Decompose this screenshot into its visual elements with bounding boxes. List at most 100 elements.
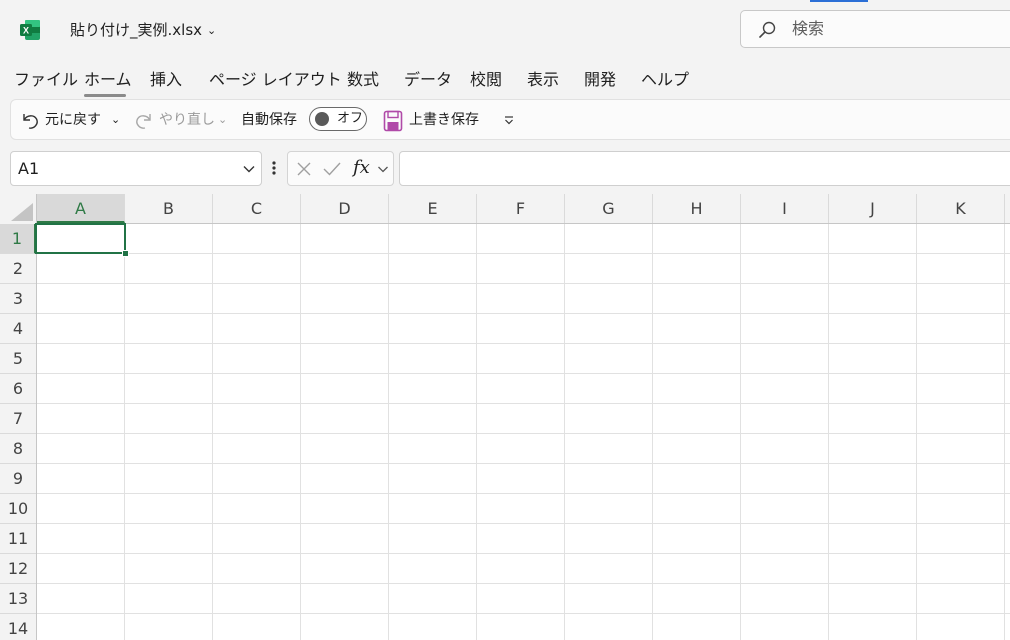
formula-controls: fx: [287, 151, 394, 186]
autosave-toggle[interactable]: オフ: [309, 107, 367, 131]
row-header-13[interactable]: 13: [0, 584, 36, 614]
chevron-down-icon[interactable]: [242, 164, 256, 174]
redo-dropdown-icon[interactable]: ⌄: [218, 110, 227, 130]
column-header-b[interactable]: B: [125, 194, 213, 223]
gridline-horizontal: [37, 433, 1010, 434]
search-icon: [759, 21, 776, 38]
svg-text:X: X: [23, 26, 29, 36]
gridline-horizontal: [37, 493, 1010, 494]
row-header-8[interactable]: 8: [0, 434, 36, 464]
row-header-1[interactable]: 1: [0, 224, 36, 254]
column-header-c[interactable]: C: [213, 194, 301, 223]
row-header-12[interactable]: 12: [0, 554, 36, 584]
column-header-k[interactable]: K: [917, 194, 1005, 223]
search-input[interactable]: 検索: [740, 10, 1010, 48]
save-icon[interactable]: [383, 110, 403, 132]
column-headers: ABCDEFGHIJK: [0, 194, 1010, 224]
row-header-6[interactable]: 6: [0, 374, 36, 404]
title-bar: X 貼り付け_実例.xlsx ⌄ 検索: [0, 0, 1010, 62]
gridline-horizontal: [37, 313, 1010, 314]
insert-function-button[interactable]: fx: [353, 157, 370, 179]
row-header-9[interactable]: 9: [0, 464, 36, 494]
gridline-horizontal: [37, 283, 1010, 284]
tab-formulas[interactable]: 数式: [347, 69, 379, 91]
gridline-vertical: [300, 224, 301, 640]
gridline-horizontal: [37, 373, 1010, 374]
active-tab-indicator: [84, 94, 126, 97]
tab-help[interactable]: ヘルプ: [641, 69, 689, 91]
cell-area[interactable]: [37, 224, 1010, 640]
gridline-horizontal: [37, 523, 1010, 524]
gridline-vertical: [828, 224, 829, 640]
gridline-vertical: [476, 224, 477, 640]
row-header-4[interactable]: 4: [0, 314, 36, 344]
gridline-vertical: [124, 224, 125, 640]
tab-insert[interactable]: 挿入: [150, 69, 182, 91]
chevron-down-icon[interactable]: [377, 165, 389, 174]
gridline-vertical: [740, 224, 741, 640]
active-cell[interactable]: [35, 223, 126, 254]
gridline-horizontal: [37, 253, 1010, 254]
tab-review[interactable]: 校閲: [470, 69, 502, 91]
cancel-icon[interactable]: [296, 161, 312, 177]
autosave-label: 自動保存: [241, 112, 297, 128]
gridline-horizontal: [37, 553, 1010, 554]
gridline-horizontal: [37, 583, 1010, 584]
column-header-a[interactable]: A: [37, 194, 125, 223]
row-headers: 1 2 3 4 5 6 7 8 9 10 11 12 13 14: [0, 224, 37, 640]
fill-handle[interactable]: [122, 250, 129, 257]
name-box-value: A1: [18, 159, 40, 178]
gridline-horizontal: [37, 343, 1010, 344]
gridline-vertical: [652, 224, 653, 640]
column-header-d[interactable]: D: [301, 194, 389, 223]
column-header-g[interactable]: G: [565, 194, 653, 223]
row-header-11[interactable]: 11: [0, 524, 36, 554]
tab-page-layout[interactable]: ページ レイアウト: [209, 69, 342, 91]
column-header-i[interactable]: I: [741, 194, 829, 223]
row-header-10[interactable]: 10: [0, 494, 36, 524]
toggle-knob: [315, 112, 329, 126]
worksheet-grid: ABCDEFGHIJK 1 2 3 4 5 6 7 8 9 10 11 12 13 14: [0, 194, 1010, 640]
column-header-h[interactable]: H: [653, 194, 741, 223]
formula-input[interactable]: [399, 151, 1010, 186]
autosave-state: オフ: [337, 111, 364, 126]
document-title[interactable]: 貼り付け_実例.xlsx ⌄: [70, 20, 216, 42]
row-header-3[interactable]: 3: [0, 284, 36, 314]
row-header-7[interactable]: 7: [0, 404, 36, 434]
gridline-horizontal: [37, 613, 1010, 614]
tab-data[interactable]: データ: [404, 69, 452, 91]
row-header-5[interactable]: 5: [0, 344, 36, 374]
gridline-horizontal: [37, 403, 1010, 404]
gridline-horizontal: [37, 463, 1010, 464]
ribbon: 元に戻す ⌄ やり直し ⌄ 自動保存 オフ 上書き保存: [10, 99, 1010, 140]
chevron-down-icon: ⌄: [207, 24, 217, 37]
gridline-vertical: [388, 224, 389, 640]
excel-icon: X: [20, 20, 40, 40]
select-all-corner[interactable]: [0, 194, 37, 224]
column-header-f[interactable]: F: [477, 194, 565, 223]
undo-icon[interactable]: [19, 110, 41, 132]
tab-developer[interactable]: 開発: [584, 69, 616, 91]
document-title-text: 貼り付け_実例.xlsx: [70, 21, 203, 39]
undo-button[interactable]: 元に戻す: [45, 110, 101, 130]
tab-view[interactable]: 表示: [527, 69, 559, 91]
gridline-vertical: [212, 224, 213, 640]
gridline-vertical: [564, 224, 565, 640]
undo-dropdown-icon[interactable]: ⌄: [111, 110, 120, 130]
tab-file[interactable]: ファイル: [14, 69, 78, 91]
customize-quick-access-icon[interactable]: [503, 114, 515, 126]
save-button[interactable]: 上書き保存: [409, 110, 479, 130]
row-header-2[interactable]: 2: [0, 254, 36, 284]
name-box[interactable]: A1: [10, 151, 262, 186]
redo-icon[interactable]: [133, 110, 155, 132]
search-placeholder: 検索: [792, 19, 825, 38]
more-options-icon[interactable]: [270, 160, 278, 176]
row-header-14[interactable]: 14: [0, 614, 36, 640]
select-all-icon: [11, 203, 33, 221]
column-header-j[interactable]: J: [829, 194, 917, 223]
redo-button[interactable]: やり直し: [159, 110, 215, 130]
column-header-e[interactable]: E: [389, 194, 477, 223]
enter-icon[interactable]: [322, 161, 342, 177]
gridline-vertical: [916, 224, 917, 640]
tab-home[interactable]: ホーム: [84, 69, 132, 91]
